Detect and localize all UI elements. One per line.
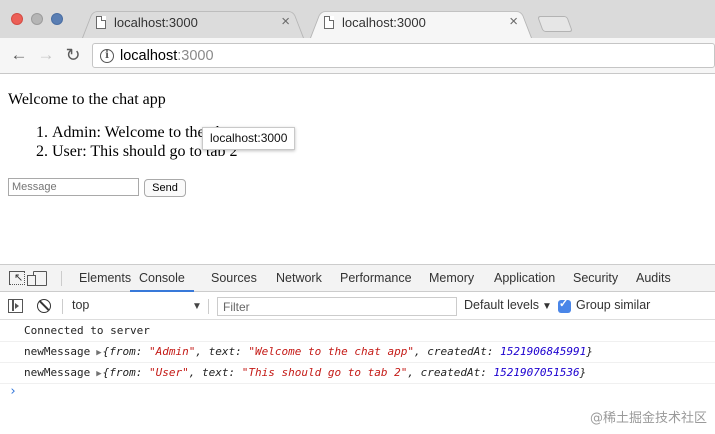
show-sidebar-icon[interactable] [8, 299, 23, 313]
watermark: @稀土掘金技术社区 [589, 411, 707, 426]
tab-console[interactable]: Console [130, 265, 194, 292]
maximize-window-button[interactable] [51, 13, 63, 25]
console-message[interactable]: newMessage ▶{from: "User", text: "This sh… [24, 363, 586, 383]
list-number: 2. [36, 143, 48, 160]
forward-arrow-icon[interactable]: → [36, 44, 56, 66]
reload-icon[interactable]: ↻ [63, 44, 83, 66]
tab-security[interactable]: Security [573, 265, 618, 292]
devtools-tab-bar: Elements Console Sources Network Perform… [0, 265, 715, 292]
tab-elements[interactable]: Elements [79, 265, 131, 292]
welcome-heading: Welcome to the chat app [8, 91, 166, 108]
log-levels-label: Default levels [464, 298, 540, 312]
back-arrow-icon[interactable]: ← [9, 44, 29, 66]
page-icon [96, 16, 106, 29]
url-host: localhost [120, 48, 178, 64]
tab-performance[interactable]: Performance [340, 265, 412, 292]
chevron-down-icon: ▼ [542, 301, 552, 312]
browser-toolbar: ← → ↻ i localhost:3000 [0, 38, 715, 74]
group-similar-checkbox[interactable] [558, 297, 571, 313]
context-selector[interactable]: top [72, 298, 89, 312]
tab-memory[interactable]: Memory [429, 265, 474, 292]
send-button[interactable]: Send [144, 179, 186, 197]
console-prompt[interactable]: › [9, 384, 17, 399]
expand-triangle-icon[interactable]: ▶ [96, 369, 101, 379]
close-tab-icon[interactable]: × [509, 13, 518, 30]
tab-network[interactable]: Network [276, 265, 322, 292]
group-similar-label: Group similar [576, 298, 651, 312]
console-filter-input[interactable] [217, 297, 457, 316]
log-object: {from: "Admin", text: "Welcome to the ch… [102, 345, 593, 358]
tab-application[interactable]: Application [494, 265, 555, 292]
page-content: Welcome to the chat app 1. Admin: Welcome… [0, 75, 715, 265]
log-label: newMessage [24, 366, 91, 379]
page-icon [324, 16, 334, 29]
info-icon[interactable]: i [100, 49, 114, 63]
new-tab-button[interactable] [537, 16, 573, 32]
expand-triangle-icon[interactable]: ▶ [96, 348, 101, 358]
log-label: newMessage [24, 345, 91, 358]
log-object: {from: "User", text: "This should go to … [102, 366, 587, 379]
tab-audits[interactable]: Audits [636, 265, 671, 292]
devtools-panel: Elements Console Sources Network Perform… [0, 264, 715, 434]
close-window-button[interactable] [11, 13, 23, 25]
url-text: localhost:3000 [120, 48, 214, 64]
browser-tab-1[interactable]: localhost:3000 × [82, 8, 304, 38]
chevron-down-icon[interactable]: ▼ [192, 301, 202, 312]
log-text: Connected to server [24, 324, 150, 337]
browser-tab-2[interactable]: localhost:3000 × [310, 8, 532, 38]
tab-hover-tooltip: localhost:3000 [202, 127, 296, 150]
console-message[interactable]: newMessage ▶{from: "Admin", text: "Welcom… [24, 342, 593, 362]
minimize-window-button[interactable] [31, 13, 43, 25]
url-port: :3000 [177, 48, 214, 64]
console-toolbar: top ▼ Default levels▼ Group similar [0, 293, 715, 320]
tab-title: localhost:3000 [342, 15, 426, 30]
tab-strip: localhost:3000 × localhost:3000 × [0, 0, 715, 38]
inspect-element-icon[interactable] [9, 271, 25, 285]
device-toolbar-icon[interactable] [27, 271, 47, 286]
address-bar[interactable]: i localhost:3000 [92, 43, 715, 68]
tab-title: localhost:3000 [114, 15, 198, 30]
tab-sources[interactable]: Sources [211, 265, 257, 292]
log-levels-dropdown[interactable]: Default levels ▼ [464, 298, 552, 312]
message-input[interactable] [8, 178, 139, 196]
close-tab-icon[interactable]: × [281, 13, 290, 30]
console-message: Connected to server [24, 321, 150, 341]
list-number: 1. [36, 124, 48, 141]
clear-console-icon[interactable] [37, 299, 51, 313]
